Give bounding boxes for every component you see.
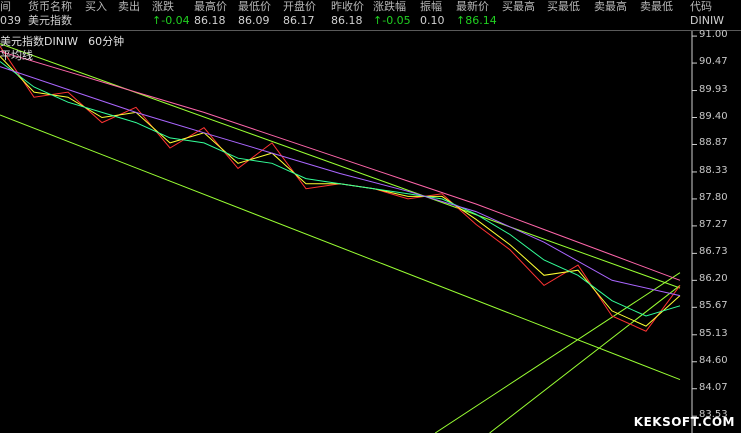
- quote-column-header[interactable]: 最新价: [456, 0, 489, 13]
- quote-column-value: 86.09: [238, 14, 270, 27]
- quote-value-text: 86.09: [238, 14, 270, 27]
- quote-column-header[interactable]: 买入: [85, 0, 107, 13]
- quote-value-text: -0.05: [382, 14, 411, 27]
- quote-column-header[interactable]: 昨收价: [331, 0, 364, 13]
- quote-header: 间 039 货币名称 美元指数 买入 卖出 涨跌 ↑-0.04 最高价 86.18 最低价 86.09…: [0, 0, 741, 31]
- chart-canvas: [0, 31, 697, 433]
- y-tick-label: 86.73: [699, 246, 728, 258]
- quote-column-header[interactable]: 间: [0, 0, 11, 13]
- up-arrow-icon: ↑: [152, 14, 162, 27]
- y-tick-label: 88.87: [699, 137, 728, 149]
- quote-column-header[interactable]: 涨跌幅: [373, 0, 406, 13]
- quote-column-header[interactable]: 振幅: [420, 0, 442, 13]
- y-tick-label: 89.93: [699, 83, 728, 95]
- chart-period: 60分钟: [88, 35, 125, 48]
- quote-value-text: 美元指数: [28, 14, 72, 27]
- quote-column-header[interactable]: 买最高: [502, 0, 535, 13]
- y-tick-label: 85.67: [699, 300, 728, 312]
- quote-column-header[interactable]: 买最低: [547, 0, 580, 13]
- y-tick-label: 90.47: [699, 56, 728, 68]
- price-series-line: [0, 61, 681, 317]
- y-tick-label: 86.20: [699, 273, 728, 285]
- quote-value-text: 0.10: [420, 14, 445, 27]
- y-tick-label: 85.13: [699, 327, 728, 339]
- quote-column-value: ↑-0.04: [152, 14, 190, 27]
- quote-column-header[interactable]: 开盘价: [283, 0, 316, 13]
- quote-column-header[interactable]: 货币名称: [28, 0, 72, 13]
- quote-column-value: 039: [0, 14, 21, 27]
- quote-value-text: -0.04: [161, 14, 190, 27]
- up-arrow-icon: ↑: [373, 14, 383, 27]
- price-series-line: [0, 46, 681, 332]
- y-tick-label: 91.00: [699, 29, 728, 41]
- quote-column-header[interactable]: 代码: [690, 0, 712, 13]
- quote-column-header[interactable]: 最高价: [194, 0, 227, 13]
- quote-column-value: 86.17: [283, 14, 315, 27]
- watermark: KEKSOFT.COM: [633, 415, 735, 429]
- ma-legend: 平均线: [0, 49, 33, 62]
- quote-column-header[interactable]: 卖最低: [640, 0, 673, 13]
- quote-column-header[interactable]: 卖出: [118, 0, 140, 13]
- quote-column-value: 美元指数: [28, 14, 72, 27]
- y-tick-label: 84.07: [699, 381, 728, 393]
- quote-column-header[interactable]: 最低价: [238, 0, 271, 13]
- up-arrow-icon: ↑: [456, 14, 466, 27]
- quote-value-text: 86.18: [194, 14, 226, 27]
- trendline: [434, 272, 681, 433]
- quote-value-text: 86.17: [283, 14, 315, 27]
- y-tick-label: 89.40: [699, 110, 728, 122]
- trendline: [489, 285, 681, 433]
- y-tick-label: 84.60: [699, 354, 728, 366]
- y-tick-label: 87.80: [699, 191, 728, 203]
- quote-column-value: ↑-0.05: [373, 14, 411, 27]
- quote-value-text: DINIW: [690, 14, 725, 27]
- y-tick-label: 88.33: [699, 164, 728, 176]
- y-tick-label: 87.27: [699, 218, 728, 230]
- price-series-line: [0, 56, 681, 327]
- quote-column-value: ↑86.14: [456, 14, 497, 27]
- quote-column-value: 86.18: [194, 14, 226, 27]
- price-chart[interactable]: 美元指数DINIW 60分钟 平均线 91.00 90.47 89.93 89.40 88…: [0, 29, 741, 433]
- price-series-line: [0, 66, 681, 297]
- trendline: [0, 43, 681, 289]
- quote-value-text: 039: [0, 14, 21, 27]
- quote-value-text: 86.14: [465, 14, 497, 27]
- quote-column-value: DINIW: [690, 14, 724, 27]
- quote-column-value: 86.18: [331, 14, 363, 27]
- quote-column-header[interactable]: 卖最高: [594, 0, 627, 13]
- quote-column-value: 0.10: [420, 14, 445, 27]
- quote-value-text: 86.18: [331, 14, 363, 27]
- quote-column-header[interactable]: 涨跌: [152, 0, 174, 13]
